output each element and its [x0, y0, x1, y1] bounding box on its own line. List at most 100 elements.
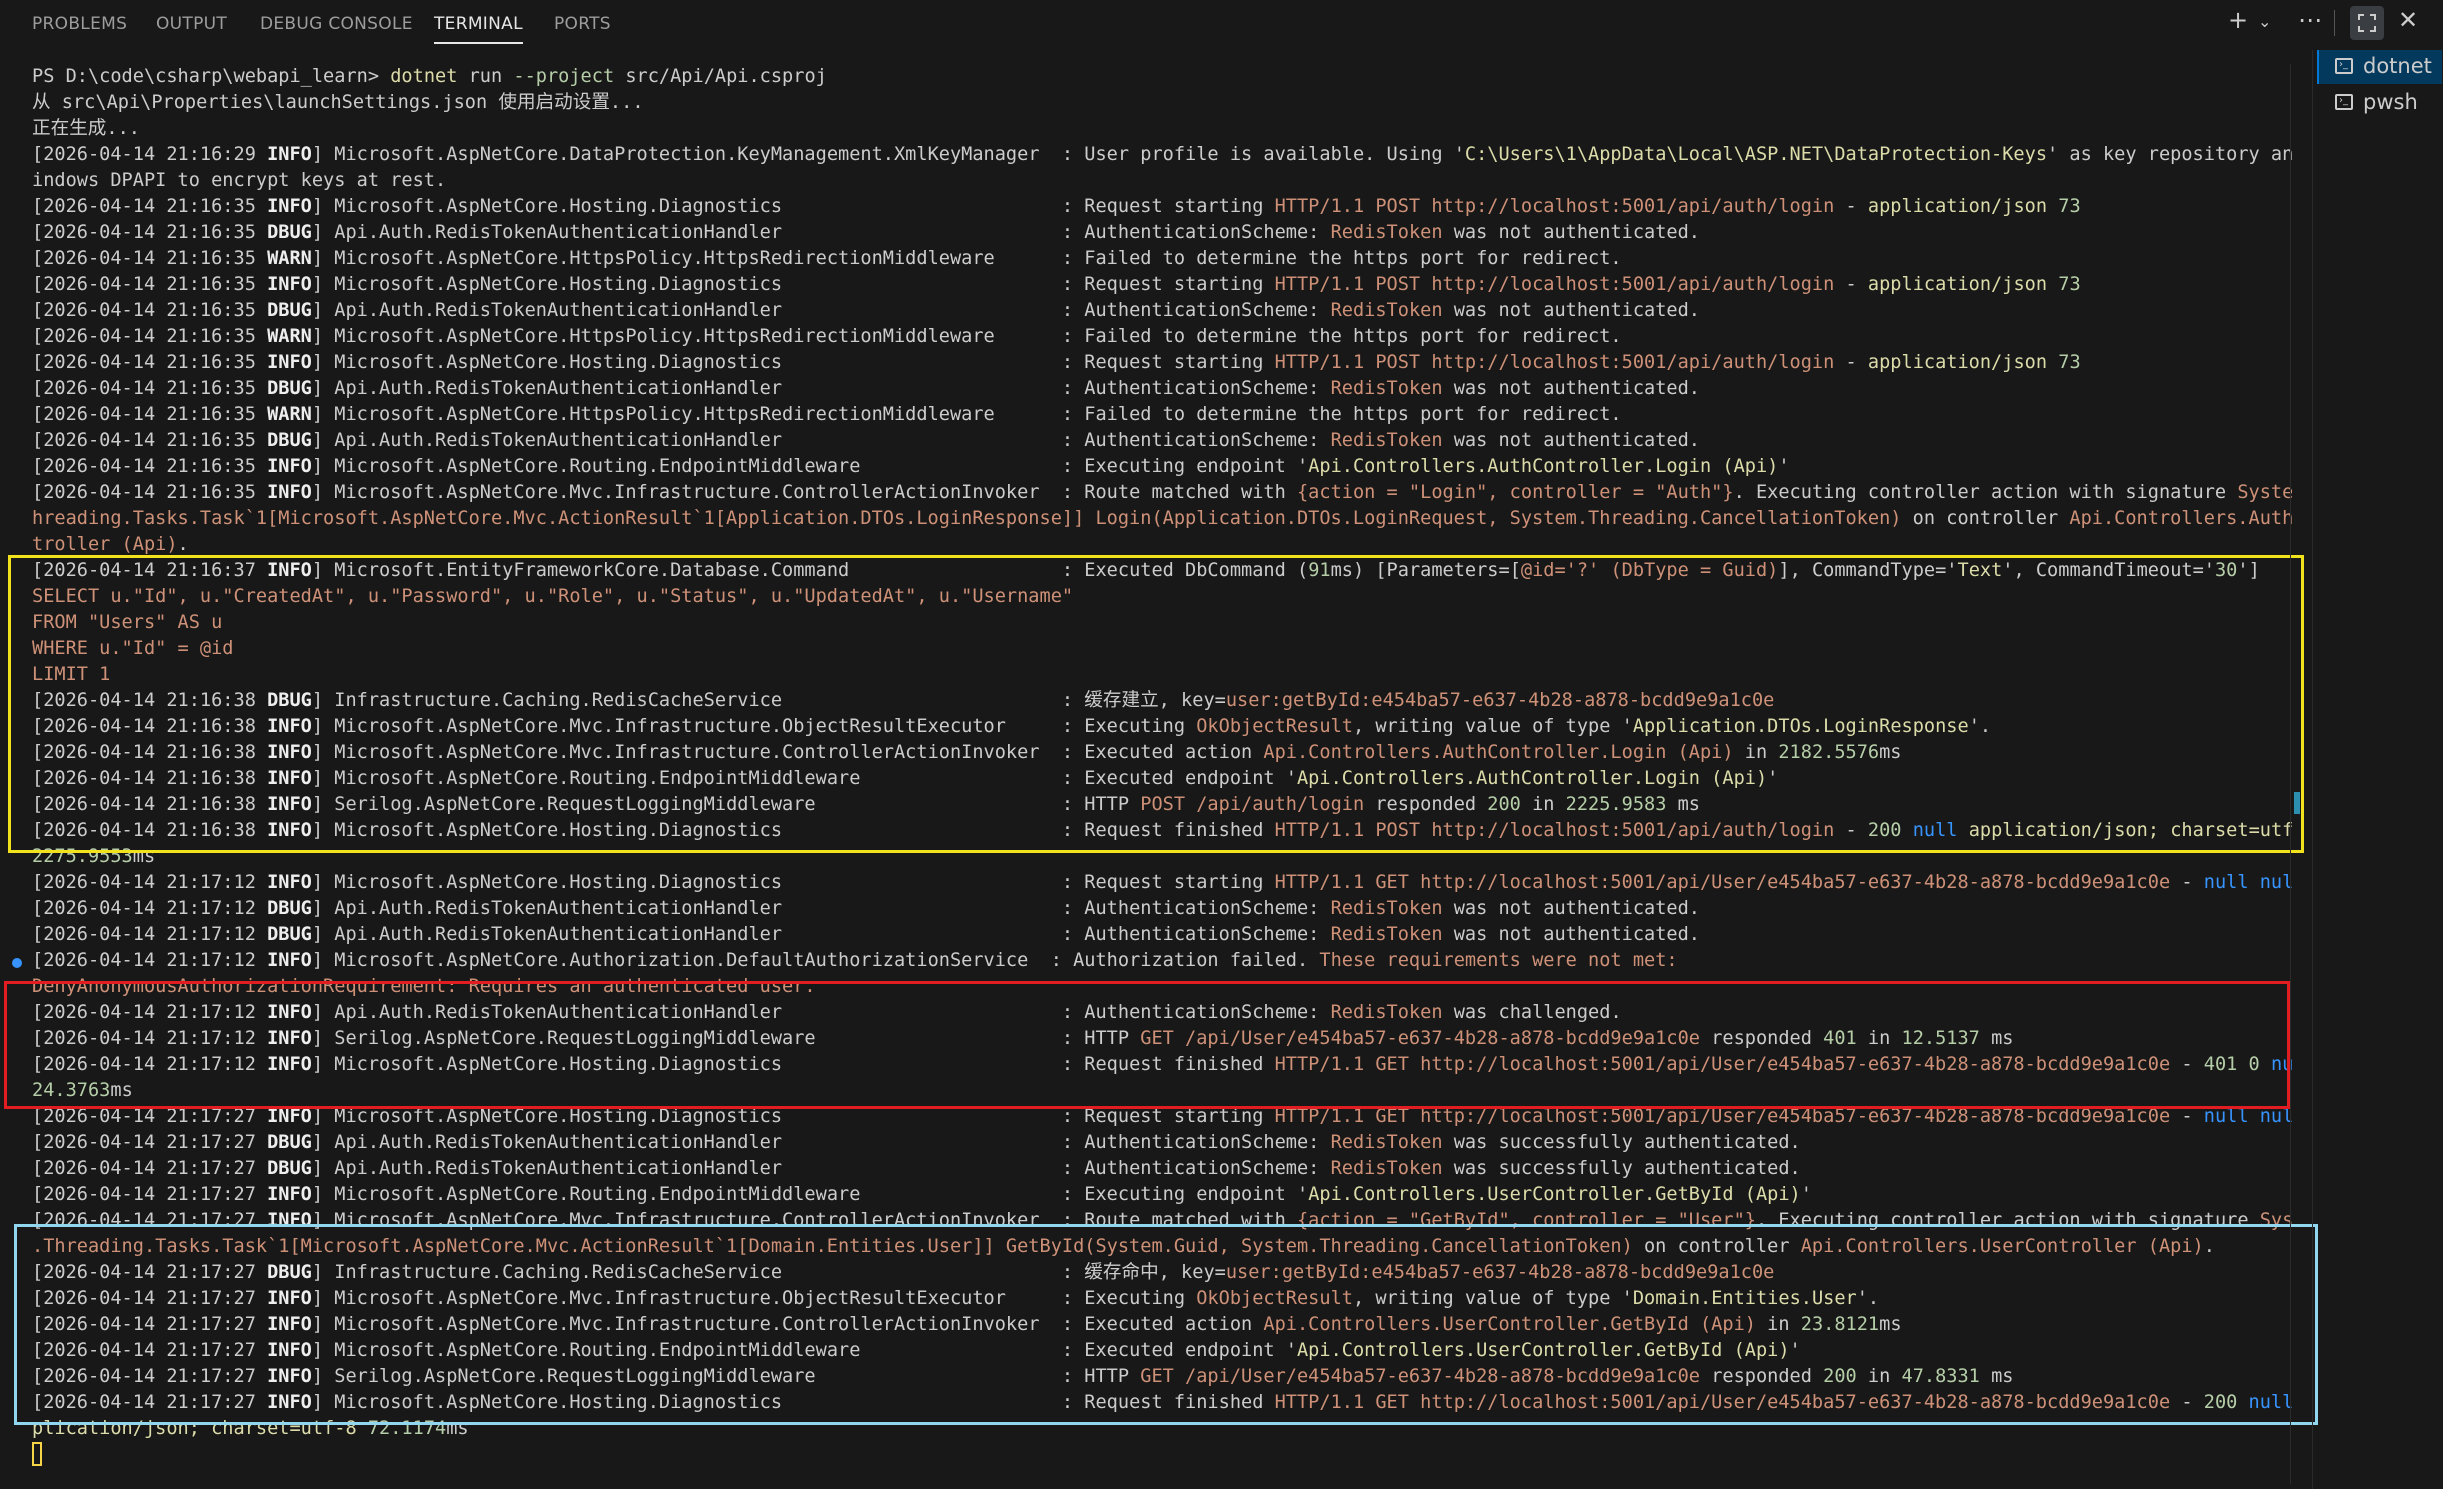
tab-terminal[interactable]: TERMINAL [434, 14, 523, 44]
terminal-text: Api.Controllers.UserController.GetById (… [1308, 1184, 1801, 1205]
terminal-line: WHERE u."Id" = @id [32, 636, 2292, 662]
terminal-line: LIMIT 1 [32, 662, 2292, 688]
terminal-item-dotnet[interactable]: ›_ dotnet [2317, 50, 2442, 84]
chevron-down-icon[interactable]: ⌄ [2258, 12, 2271, 31]
terminal-text: DBUG [267, 1158, 312, 1179]
terminal-text: INFO [267, 1366, 312, 1387]
terminal-text: ] Microsoft.AspNetCore.DataProtection.Ke… [311, 144, 1465, 165]
terminal-icon: ›_ [2335, 58, 2353, 74]
ellipsis-icon[interactable]: ⋯ [2298, 6, 2322, 34]
terminal-text: INFO [267, 352, 312, 373]
terminal-text: was not authenticated. [1442, 378, 1701, 399]
close-icon[interactable]: ✕ [2398, 6, 2418, 34]
tab-ports[interactable]: PORTS [554, 14, 611, 34]
terminal-text: Api.Controllers.AuthController.Login (Ap… [1296, 768, 1768, 789]
terminal-text: [2026-04-14 21:17:12 [32, 950, 268, 971]
terminal-text: INFO [267, 456, 312, 477]
terminal-text: INFO [267, 950, 312, 971]
terminal-text: DBUG [267, 378, 312, 399]
terminal-text: 从 src\Api\Properties\launchSettings.json… [32, 92, 644, 113]
terminal-text: [2026-04-14 21:17:27 [32, 1210, 268, 1231]
terminal-text: on controller [1901, 508, 2070, 529]
terminal-text: ', CommandTimeout=' [2002, 560, 2215, 581]
terminal-text: INFO [267, 144, 312, 165]
terminal-text: was successfully authenticated. [1442, 1158, 1801, 1179]
terminal-text: ] Microsoft.AspNetCore.HttpsPolicy.Https… [311, 248, 1622, 269]
terminal-text: 401 [1823, 1028, 1857, 1049]
terminal-text: [2026-04-14 21:16:38 [32, 794, 268, 815]
terminal-text: Api.Controllers.UserController.GetById (… [1263, 1314, 1756, 1335]
terminal-text: ms [132, 846, 156, 867]
terminal-text: 200 [1867, 820, 1902, 841]
terminal-line: .Threading.Tasks.Task`1[Microsoft.AspNet… [32, 1234, 2292, 1260]
terminal-text: ] Serilog.AspNetCore.RequestLoggingMiddl… [311, 1366, 1141, 1387]
terminal-text: Api.Controllers.UserController.GetById (… [1296, 1340, 1790, 1361]
terminal-text: 12.5137 [1901, 1028, 1980, 1049]
terminal-line: [2026-04-14 21:16:38 DBUG] Infrastructur… [32, 688, 2292, 714]
terminal-text: null [2270, 1054, 2292, 1075]
terminal-text: [2026-04-14 21:16:38 [32, 820, 268, 841]
terminal-text: user:getById:e454ba57-e637-4b28-a878-bcd… [1225, 690, 1775, 711]
terminal-line: [2026-04-14 21:16:35 INFO] Microsoft.Asp… [32, 194, 2292, 220]
tab-output[interactable]: OUTPUT [156, 14, 227, 34]
terminal-text: - [2170, 1106, 2204, 1127]
terminal-text: [2026-04-14 21:17:12 [32, 924, 268, 945]
terminal-text: PS D:\code\csharp\webapi_learn> [32, 66, 391, 87]
terminal-text: [2026-04-14 21:17:27 [32, 1366, 268, 1387]
maximize-icon[interactable] [2350, 6, 2384, 40]
terminal-line: [2026-04-14 21:16:35 WARN] Microsoft.Asp… [32, 324, 2292, 350]
terminal-text: INFO [267, 820, 312, 841]
terminal-text: INFO [267, 1392, 312, 1413]
terminal-line: [2026-04-14 21:17:12 DBUG] Api.Auth.Redi… [32, 922, 2292, 948]
terminal-text: - [1834, 196, 1868, 217]
terminal-line: FROM "Users" AS u [32, 610, 2292, 636]
terminal-output[interactable]: PS D:\code\csharp\webapi_learn> dotnet r… [32, 64, 2292, 1484]
tab-debug-console[interactable]: DEBUG CONSOLE [260, 14, 413, 34]
terminal-list: ›_ dotnet ›_ pwsh [2312, 50, 2443, 1489]
terminal-text: OkObjectResult [1196, 1288, 1353, 1309]
terminal-text: INFO [267, 1106, 312, 1127]
terminal-text: ] Microsoft.AspNetCore.HttpsPolicy.Https… [311, 404, 1622, 425]
terminal-text: {action = "GetById", controller = "User"… [1296, 1210, 1756, 1231]
terminal-text: [2026-04-14 21:17:12 [32, 1054, 268, 1075]
terminal-text: GET /api/User/e454ba57-e637-4b28-a878-bc… [1140, 1366, 1700, 1387]
terminal-text: [2026-04-14 21:17:12 [32, 1002, 268, 1023]
terminal-text: DBUG [267, 222, 312, 243]
terminal-text: ' [1767, 768, 1779, 789]
plus-icon[interactable]: + [2228, 6, 2248, 34]
terminal-text: RedisToken [1330, 1158, 1443, 1179]
terminal-text: DenyAnonymousAuthorizationRequirement: R… [32, 976, 816, 997]
terminal-text: ] Microsoft.AspNetCore.Hosting.Diagnosti… [311, 1106, 1275, 1127]
terminal-text: RedisToken [1330, 222, 1443, 243]
terminal-text: Api.Controllers.AuthController.Login (Ap… [1263, 742, 1734, 763]
terminal-line: [2026-04-14 21:17:12 INFO] Serilog.AspNe… [32, 1026, 2292, 1052]
terminal-scrollbar[interactable] [2290, 64, 2305, 1484]
terminal-text: 2225.9583 [1565, 794, 1667, 815]
terminal-text: DBUG [267, 1262, 312, 1283]
terminal-text: - [2170, 872, 2204, 893]
terminal-text: ] Microsoft.AspNetCore.Mvc.Infrastructur… [311, 742, 1264, 763]
terminal-text: was not authenticated. [1442, 430, 1701, 451]
terminal-line: DenyAnonymousAuthorizationRequirement: R… [32, 974, 2292, 1000]
terminal-text: 72.1174 [367, 1418, 447, 1439]
terminal-text: ' [1800, 1184, 1812, 1205]
terminal-text: ] Microsoft.AspNetCore.Hosting.Diagnosti… [311, 352, 1275, 373]
terminal-line: [2026-04-14 21:16:29 INFO] Microsoft.Asp… [32, 142, 2292, 168]
terminal-text: ms [1666, 794, 1701, 815]
command-decoration-dot[interactable] [12, 958, 22, 968]
terminal-text: INFO [267, 1028, 312, 1049]
terminal-text: RedisToken [1330, 1002, 1443, 1023]
tab-problems[interactable]: PROBLEMS [32, 14, 127, 34]
terminal-item-pwsh[interactable]: ›_ pwsh [2317, 86, 2442, 120]
terminal-text: [2026-04-14 21:16:35 [32, 482, 268, 503]
terminal-text: ms [1979, 1366, 2014, 1387]
terminal-text: ] Microsoft.AspNetCore.Hosting.Diagnosti… [311, 274, 1275, 295]
terminal-text: ] Microsoft.AspNetCore.Mvc.Infrastructur… [311, 482, 1297, 503]
terminal-text: [2026-04-14 21:16:35 [32, 196, 268, 217]
terminal-text: --project [513, 66, 615, 87]
terminal-text: 2182.5576 [1778, 742, 1880, 763]
terminal-text: .Threading.Tasks.Task`1[Microsoft.AspNet… [32, 1236, 1633, 1257]
